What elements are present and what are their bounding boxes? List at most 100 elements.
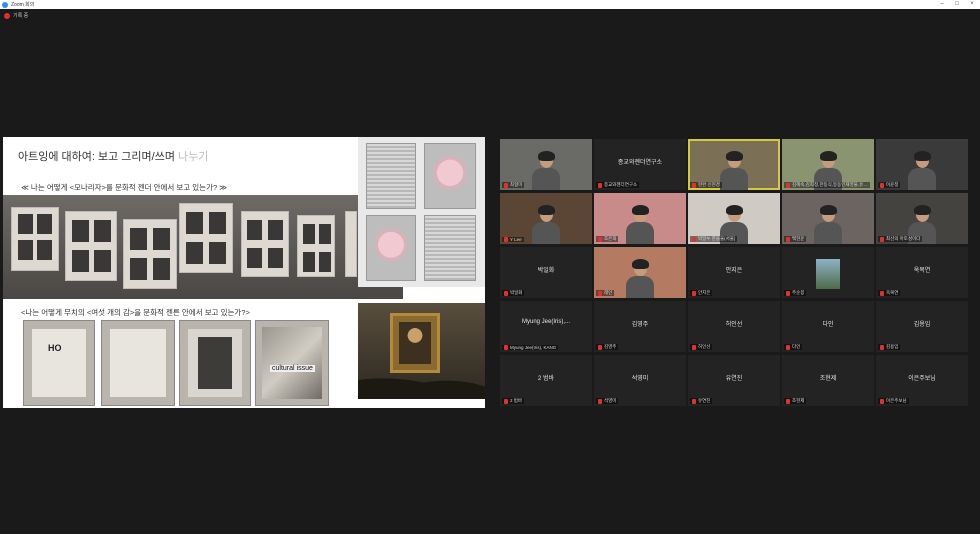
close-icon[interactable]: ×: [965, 0, 979, 9]
participant-display-name: 2 범바: [537, 376, 555, 382]
participant-tile[interactable]: 종교와젠더연구소 종교와젠더연구소: [594, 139, 686, 190]
artwork: HO: [23, 320, 95, 406]
participant-name: 주순봉: [792, 290, 805, 295]
participant-tile[interactable]: 안지은 안지은: [688, 247, 780, 298]
recording-indicator[interactable]: 기록 중: [4, 12, 28, 19]
participant-name: 래인: [604, 290, 613, 295]
wall-frame: [179, 203, 233, 273]
participant-nameplate: 2 범바: [502, 398, 525, 404]
participant-tile[interactable]: 유연진 유연진: [688, 355, 780, 406]
participant-display-name: 김영주: [631, 322, 649, 328]
participant-tile[interactable]: 김용임 김용임: [876, 301, 968, 352]
participant-tile[interactable]: 래인: [594, 247, 686, 298]
participant-tile[interactable]: 다인 다인: [782, 301, 874, 352]
participant-video: [532, 151, 560, 190]
participant-nameplate: 주순봉: [784, 290, 807, 296]
participant-name: Y Lee: [510, 237, 522, 242]
muted-mic-icon: [786, 236, 790, 242]
artwork: [179, 320, 251, 406]
muted-mic-icon: [598, 182, 602, 188]
drawing-panel: [366, 143, 416, 209]
muted-mic-icon: [786, 344, 790, 350]
art-label: HO: [48, 343, 62, 353]
slide-title-dim: 나누기: [178, 151, 209, 163]
participant-name: 종교와젠더연구소: [604, 182, 638, 187]
slide-title-main: 아트잉에 대하여: 보고 그리며/쓰며: [18, 151, 179, 163]
participant-name: 조현제: [792, 398, 805, 403]
participant-nameplate: 종교와젠더연구소: [596, 182, 640, 188]
participant-tile[interactable]: 2 범바 2 범바: [500, 355, 592, 406]
participant-tile[interactable]: 김혜숙,김희정,한동식,등동인재영물,유…: [782, 139, 874, 190]
muted-mic-icon: [786, 290, 790, 296]
participant-display-name: 석영미: [631, 376, 649, 382]
participant-nameplate: 래인: [596, 290, 615, 296]
participant-name: 박일누 한을율(서울): [698, 236, 736, 241]
zoom-logo-icon: [2, 1, 8, 8]
muted-mic-icon: [598, 236, 602, 242]
wall-frame: [345, 211, 357, 277]
participant-display-name: 안지은: [725, 268, 743, 274]
participant-tile[interactable]: 조현제 조현제: [782, 355, 874, 406]
artwork: [101, 320, 175, 406]
participant-tile[interactable]: Y Lee: [500, 193, 592, 244]
participant-display-name: 박일화: [537, 268, 555, 274]
participant-name: 석영미: [604, 398, 617, 403]
slide-question-2: <나는 어떻게 무치의 <여섯 개의 감>을 문화적 젠른 안에서 보고 있는가…: [21, 308, 250, 317]
participant-tile[interactable]: 박일누 한을율(서울): [688, 193, 780, 244]
participant-nameplate: 안지은: [690, 290, 713, 296]
muted-mic-icon: [880, 398, 884, 404]
app-title: Zoom 회의: [11, 2, 35, 8]
participant-display-name: 허인선: [725, 322, 743, 328]
artwork: cultural issue: [255, 320, 329, 406]
muted-mic-icon: [504, 182, 508, 188]
participant-nameplate: 박일누 한을율(서울): [690, 236, 738, 242]
participant-nameplate: 유연진: [690, 398, 713, 404]
profile-photo: [816, 259, 840, 289]
minimize-icon[interactable]: –: [935, 0, 949, 9]
participant-tile[interactable]: 백현운: [782, 193, 874, 244]
participant-tile[interactable]: 현완 신현경: [688, 139, 780, 190]
participant-tile[interactable]: 김영주 김영주: [594, 301, 686, 352]
participant-nameplate: 허인선: [690, 344, 713, 350]
participant-display-name: 다인: [822, 322, 834, 328]
participant-nameplate: 조현제: [784, 398, 807, 404]
participant-tile[interactable]: 박일화 박일화: [500, 247, 592, 298]
participant-tile[interactable]: 조은희: [594, 193, 686, 244]
muted-mic-icon: [598, 344, 602, 350]
muted-mic-icon: [598, 290, 602, 296]
mona-lisa-photo: [358, 303, 485, 399]
wall-frame: [241, 211, 289, 277]
wall-frame: [123, 219, 177, 289]
muted-mic-icon: [692, 344, 696, 350]
muted-mic-icon: [880, 236, 884, 242]
drawing-panel: [424, 215, 476, 281]
participant-name: 조은희: [604, 236, 617, 241]
window-titlebar: Zoom 회의: [0, 0, 980, 9]
participant-nameplate: 다인: [784, 344, 803, 350]
participant-tile[interactable]: 이은주보님 이은주보님: [876, 355, 968, 406]
participant-name: 옥복연: [886, 290, 899, 295]
participant-tile[interactable]: 옥복연 옥복연: [876, 247, 968, 298]
participant-tile[interactable]: 최형미: [500, 139, 592, 190]
participant-tile[interactable]: Myung Jee(Iris),... Myung Jee(Iris), KANG: [500, 301, 592, 352]
participant-display-name: Myung Jee(Iris),...: [521, 319, 570, 325]
participant-display-name: 김용임: [913, 322, 931, 328]
participant-tile[interactable]: 허인선 허인선: [688, 301, 780, 352]
participant-tile[interactable]: 이윤정: [876, 139, 968, 190]
participant-name: 백현운: [792, 236, 805, 241]
participant-tile[interactable]: 석영미 석영미: [594, 355, 686, 406]
participant-nameplate: 김혜숙,김희정,한동식,등동인재영물,유…: [784, 182, 870, 188]
muted-mic-icon: [692, 398, 696, 404]
art-label: cultural issue: [270, 365, 315, 372]
participant-name: 허인선: [698, 344, 711, 349]
muted-mic-icon: [786, 398, 790, 404]
participant-nameplate: 박일화: [502, 290, 525, 296]
participant-nameplate: 이윤정: [878, 182, 901, 188]
participant-tile[interactable]: 주순봉: [782, 247, 874, 298]
participant-tile[interactable]: 최선의 아토성이다: [876, 193, 968, 244]
maximize-icon[interactable]: □: [950, 0, 964, 9]
participant-nameplate: Myung Jee(Iris), KANG: [502, 345, 559, 350]
persimmon-artworks: HO cultural issue: [23, 320, 333, 406]
participant-display-name: 이은주보님: [908, 376, 936, 382]
participant-name: 다인: [792, 344, 801, 349]
